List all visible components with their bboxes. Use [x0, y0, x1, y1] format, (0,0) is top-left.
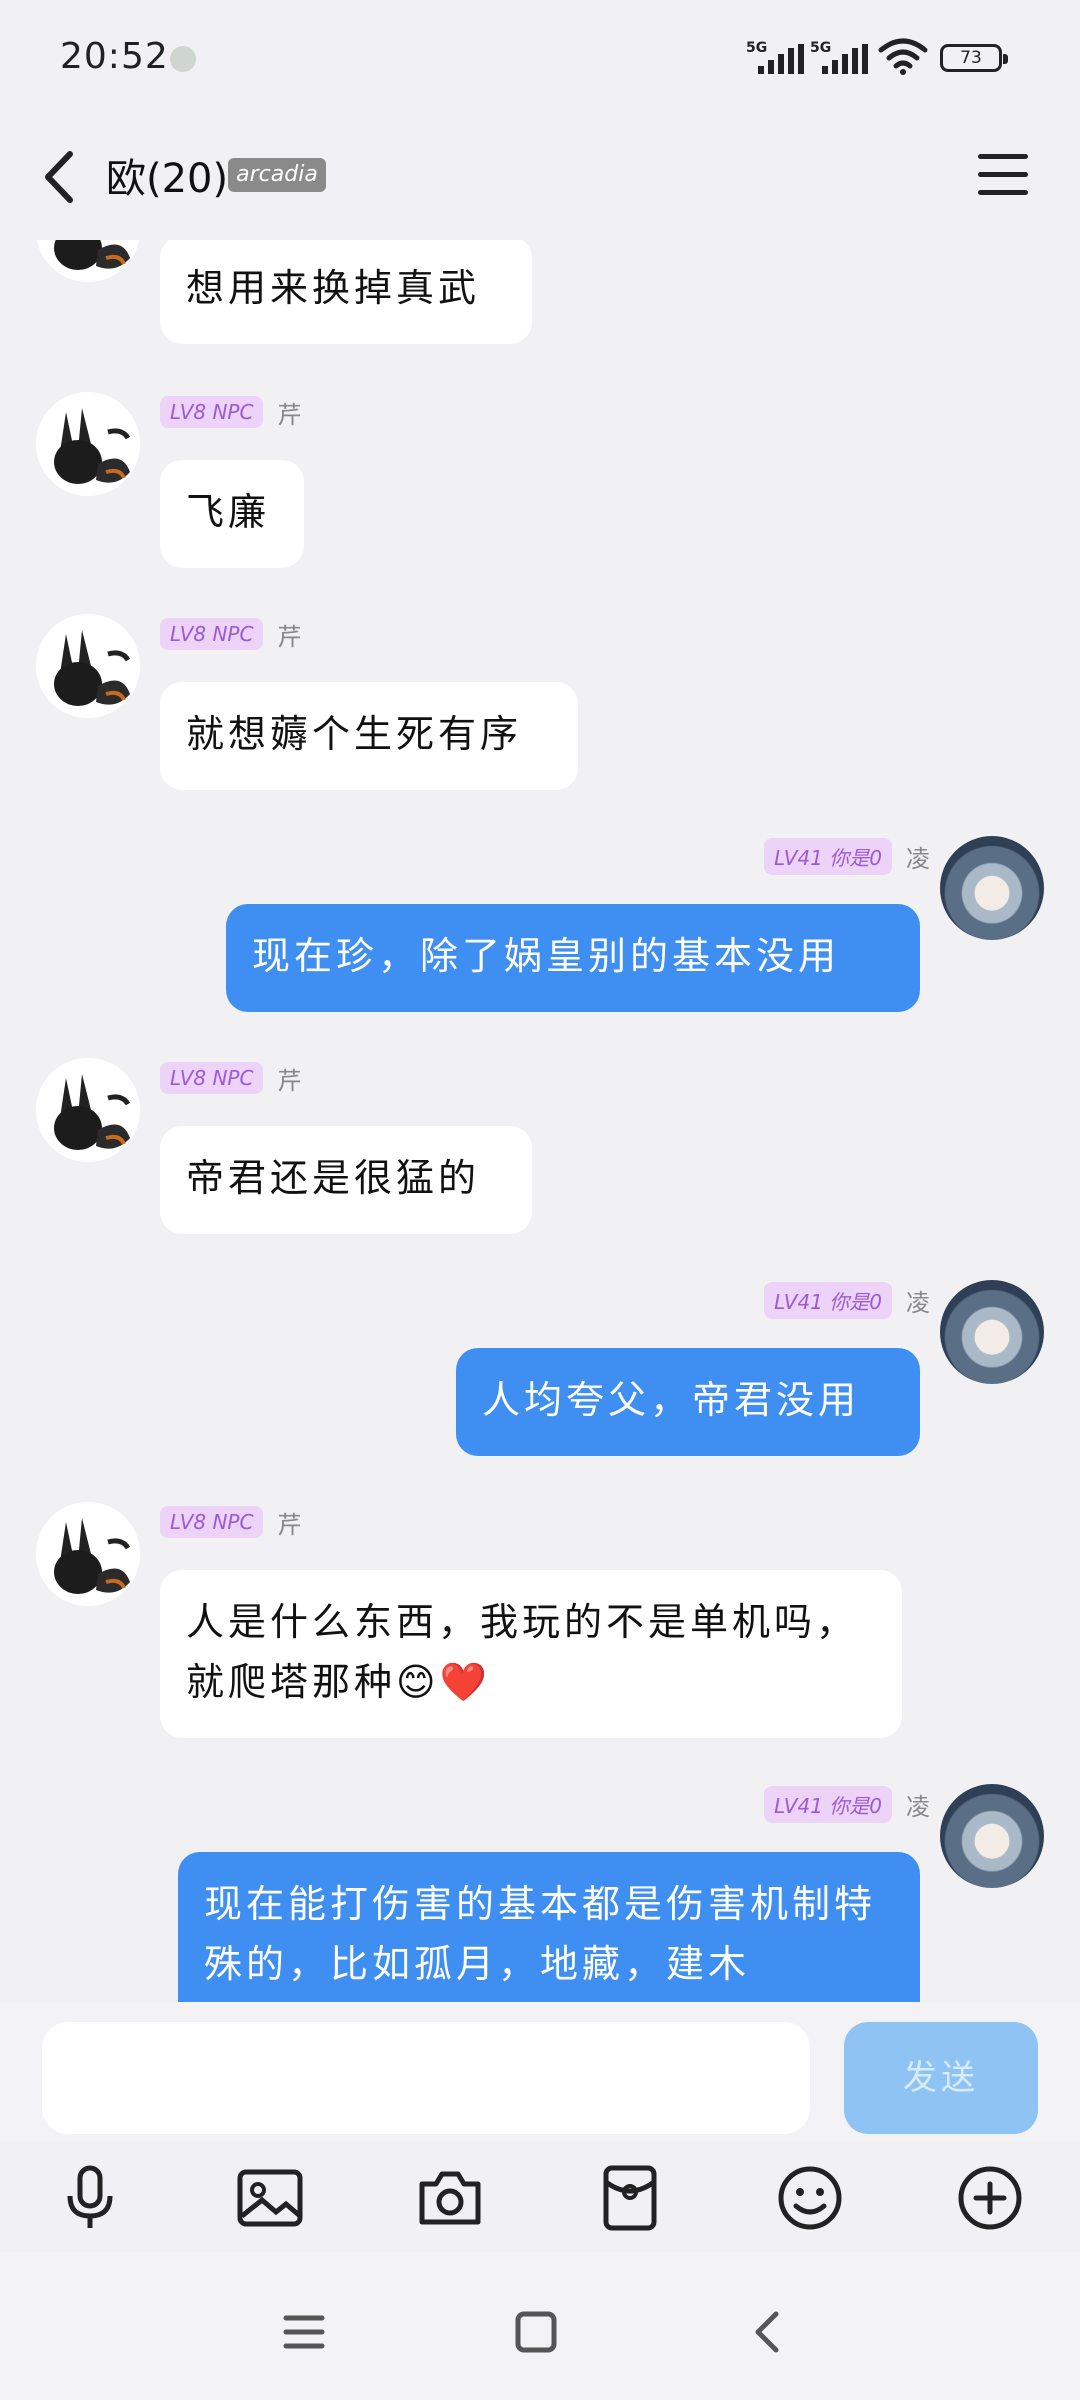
sender-name[interactable]: 芹: [277, 1505, 301, 1540]
level-badge: LV8 NPC: [160, 618, 264, 650]
message-meta: LV8 NPC 芹: [160, 1060, 301, 1096]
sender-name[interactable]: 芹: [277, 395, 301, 430]
message-bubble[interactable]: 现在能打伤害的基本都是伤害机制特殊的，比如孤月，地藏，建木: [178, 1852, 920, 2002]
battery-indicator: 73: [940, 44, 1008, 72]
status-time: 20:52: [60, 36, 169, 77]
message-bubble[interactable]: 人均夸父，帝君没用: [456, 1348, 920, 1456]
back-nav-icon[interactable]: [738, 2302, 798, 2362]
chat-header: 欧(20) arcadia: [0, 120, 1080, 240]
fox-avatar-icon: [36, 614, 140, 718]
image-icon[interactable]: [234, 2162, 306, 2234]
message-meta: LV41 你是0 凌: [764, 1281, 930, 1319]
status-bar: 20:52 5G 5G 73: [0, 0, 1080, 120]
avatar[interactable]: [940, 836, 1044, 940]
message-meta: LV41 你是0 凌: [764, 1785, 930, 1823]
sender-name[interactable]: 芹: [277, 1061, 301, 1096]
avatar[interactable]: [36, 392, 140, 496]
message-meta: LV8 NPC 芹: [160, 1504, 301, 1540]
avatar[interactable]: [940, 1784, 1044, 1888]
home-nav-icon[interactable]: [506, 2302, 566, 2362]
message-bubble[interactable]: 想用来换掉真武: [160, 240, 532, 344]
system-nav-bar: [0, 2252, 1080, 2400]
message-list[interactable]: 想用来换掉真武 LV8 NPC 芹 飞廉 LV8 NPC 芹 就想薅个生死有序: [0, 240, 1080, 2002]
avatar[interactable]: [36, 614, 140, 718]
camera-icon[interactable]: [414, 2162, 486, 2234]
input-bar: 发送: [0, 2002, 1080, 2142]
back-arrow-icon[interactable]: [36, 142, 86, 212]
sender-name[interactable]: 凌: [906, 839, 930, 874]
send-button[interactable]: 发送: [844, 2022, 1038, 2134]
plus-icon[interactable]: [954, 2162, 1026, 2234]
avatar[interactable]: [940, 1280, 1044, 1384]
menu-icon[interactable]: [978, 150, 1030, 200]
level-badge: LV41 你是0: [764, 837, 892, 875]
avatar[interactable]: [36, 1058, 140, 1162]
emoji-icon[interactable]: [774, 2162, 846, 2234]
fox-avatar-icon: [36, 240, 140, 282]
message-meta: LV8 NPC 芹: [160, 394, 301, 430]
group-tag: arcadia: [228, 158, 326, 192]
fox-avatar-icon: [36, 1502, 140, 1606]
message-meta: LV41 你是0 凌: [764, 837, 930, 875]
mic-icon[interactable]: [54, 2162, 126, 2234]
fox-avatar-icon: [36, 392, 140, 496]
menu-nav-icon[interactable]: [274, 2302, 334, 2362]
message-meta: LV8 NPC 芹: [160, 616, 301, 652]
level-badge: LV41 你是0: [764, 1785, 892, 1823]
message-bubble[interactable]: 飞廉: [160, 460, 304, 568]
message-input[interactable]: [42, 2022, 810, 2134]
message-bubble[interactable]: 现在珍，除了娲皇别的基本没用: [226, 904, 920, 1012]
red-packet-icon[interactable]: [594, 2162, 666, 2234]
chat-title[interactable]: 欧(20): [106, 146, 228, 204]
level-badge: LV8 NPC: [160, 396, 264, 428]
fox-avatar-icon: [36, 1058, 140, 1162]
level-badge: LV41 你是0: [764, 1281, 892, 1319]
message-bubble[interactable]: 就想薅个生死有序: [160, 682, 578, 790]
avatar[interactable]: [36, 240, 140, 282]
sender-name[interactable]: 凌: [906, 1283, 930, 1318]
level-badge: LV8 NPC: [160, 1506, 264, 1538]
level-badge: LV8 NPC: [160, 1062, 264, 1094]
chat-toolbar: [0, 2142, 1080, 2252]
sender-name[interactable]: 芹: [277, 617, 301, 652]
message-bubble[interactable]: 帝君还是很猛的: [160, 1126, 532, 1234]
wifi-icon: [878, 38, 928, 75]
sender-name[interactable]: 凌: [906, 1787, 930, 1822]
notification-dot-icon: [170, 46, 196, 72]
avatar[interactable]: [36, 1502, 140, 1606]
message-bubble[interactable]: 人是什么东西，我玩的不是单机吗，就爬塔那种😊❤️: [160, 1570, 902, 1738]
